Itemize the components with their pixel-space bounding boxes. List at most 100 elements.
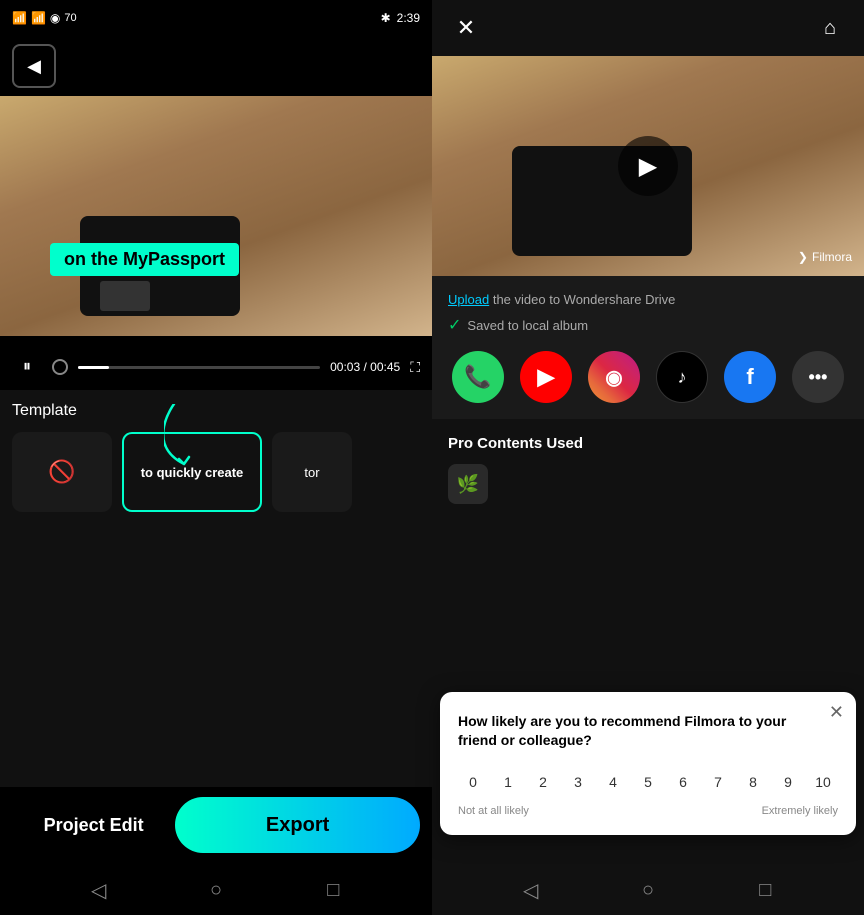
signal-icon-1: 📶	[12, 11, 27, 25]
survey-close-button[interactable]: ✕	[829, 702, 844, 723]
saved-text: ✓ Saved to local album	[448, 315, 848, 335]
timeline-progress	[78, 366, 109, 369]
survey-popup: ✕ How likely are you to recommend Filmor…	[440, 692, 856, 835]
fullscreen-button[interactable]: ⛶	[410, 359, 420, 376]
play-icon: ▶	[639, 152, 657, 181]
survey-number-9[interactable]: 9	[773, 767, 803, 797]
instagram-button[interactable]: ◉	[588, 351, 640, 403]
video-background: on the MyPassport	[0, 96, 432, 336]
wifi-icon: ◉	[50, 11, 60, 25]
template-items: 🚫 to quickly create tor	[12, 432, 420, 512]
pro-icon-row: 🌿	[448, 464, 848, 504]
recents-nav-right[interactable]: □	[745, 870, 785, 910]
home-nav-icon[interactable]: ○	[196, 870, 236, 910]
project-edit-label: Project Edit	[44, 815, 144, 836]
upload-rest: the video to Wondershare Drive	[493, 292, 676, 307]
tiktok-icon: ♪	[678, 367, 687, 388]
home-button-right[interactable]: ⌂	[812, 10, 848, 46]
pro-contents-section: Pro Contents Used 🌿	[432, 419, 864, 520]
saved-label: Saved to local album	[467, 318, 588, 333]
survey-number-4[interactable]: 4	[598, 767, 628, 797]
more-icon: •••	[809, 367, 828, 388]
close-button[interactable]: ✕	[448, 10, 484, 46]
share-section: Upload the video to Wondershare Drive ✓ …	[432, 276, 864, 419]
home-icon: ⌂	[824, 17, 836, 40]
whatsapp-icon: 📞	[464, 364, 491, 390]
signal-icon-2: 📶	[31, 11, 46, 25]
template-partial-label: tor	[304, 465, 319, 480]
survey-number-2[interactable]: 2	[528, 767, 558, 797]
survey-numbers-row: 0 1 2 3 4 5 6 7 8 9 10	[458, 767, 838, 797]
back-button[interactable]: ◀	[12, 44, 56, 88]
survey-number-5[interactable]: 5	[633, 767, 663, 797]
facebook-icon: f	[746, 364, 753, 390]
bottom-buttons: Project Edit Export	[0, 787, 432, 865]
left-panel: 📶 📶 ◉ 70 ✱ 2:39 ◀ on the MyPassport ⏸	[0, 0, 432, 915]
nav-bar-left: ◁ ○ □	[0, 865, 432, 915]
back-nav-right[interactable]: ◁	[511, 870, 551, 910]
close-icon: ✕	[457, 15, 475, 41]
survey-number-8[interactable]: 8	[738, 767, 768, 797]
upload-link[interactable]: Upload	[448, 292, 489, 307]
survey-label-right: Extremely likely	[762, 805, 838, 817]
clock: 2:39	[397, 11, 420, 25]
status-bar-right: ✱ 2:39	[381, 11, 420, 25]
back-nav-icon[interactable]: ◁	[79, 870, 119, 910]
survey-number-0[interactable]: 0	[458, 767, 488, 797]
status-bar-left: 📶 📶 ◉ 70	[12, 11, 77, 25]
pause-button[interactable]: ⏸	[12, 352, 42, 382]
survey-labels-row: Not at all likely Extremely likely	[458, 805, 838, 817]
project-edit-button[interactable]: Project Edit	[12, 797, 175, 853]
template-section: Template 🚫 to quickly create tor	[0, 390, 432, 787]
time-display: 00:03 / 00:45	[330, 360, 400, 374]
nav-bar-right: ◁ ○ □	[432, 865, 864, 915]
video-preview-left: on the MyPassport	[0, 96, 432, 336]
video-port	[100, 281, 150, 311]
right-top-bar: ✕ ⌂	[432, 0, 864, 56]
template-label: Template	[12, 402, 420, 420]
youtube-button[interactable]: ▶	[520, 351, 572, 403]
youtube-icon: ▶	[538, 364, 555, 390]
fullscreen-icon: ⛶	[410, 359, 420, 375]
play-overlay[interactable]: ▶	[618, 136, 678, 196]
filmora-label: Filmora	[812, 250, 852, 264]
right-panel: ✕ ⌂ ▶ ❯ Filmora Upload the video to Wond…	[432, 0, 864, 915]
timeline-bar[interactable]	[78, 366, 320, 369]
video-preview-right: ▶ ❯ Filmora	[432, 56, 864, 276]
total-time: 00:45	[370, 360, 400, 374]
filmora-watermark: ❯ Filmora	[798, 250, 852, 264]
instagram-icon: ◉	[605, 365, 622, 390]
survey-question: How likely are you to recommend Filmora …	[458, 712, 838, 751]
filmora-chevron: ❯	[798, 250, 808, 264]
export-button[interactable]: Export	[175, 797, 420, 853]
home-nav-right[interactable]: ○	[628, 870, 668, 910]
template-selected-label: to quickly create	[141, 465, 244, 480]
status-bar: 📶 📶 ◉ 70 ✱ 2:39	[0, 0, 432, 36]
tiktok-button[interactable]: ♪	[656, 351, 708, 403]
survey-number-10[interactable]: 10	[808, 767, 838, 797]
no-template-icon: 🚫	[48, 459, 75, 485]
survey-label-left: Not at all likely	[458, 805, 529, 817]
back-icon: ◀	[27, 56, 41, 77]
upload-text: Upload the video to Wondershare Drive	[448, 292, 848, 307]
template-item-none[interactable]: 🚫	[12, 432, 112, 512]
template-item-partial[interactable]: tor	[272, 432, 352, 512]
pro-icon-leaf: 🌿	[457, 474, 479, 495]
pro-icon-item: 🌿	[448, 464, 488, 504]
timeline-section: ⏸ 00:03 / 00:45 ⛶	[0, 336, 432, 390]
recents-nav-icon[interactable]: □	[313, 870, 353, 910]
survey-number-7[interactable]: 7	[703, 767, 733, 797]
video-caption: on the MyPassport	[50, 243, 239, 276]
template-item-selected[interactable]: to quickly create	[122, 432, 262, 512]
survey-number-1[interactable]: 1	[493, 767, 523, 797]
survey-number-6[interactable]: 6	[668, 767, 698, 797]
whatsapp-button[interactable]: 📞	[452, 351, 504, 403]
survey-number-3[interactable]: 3	[563, 767, 593, 797]
pause-icon: ⏸	[23, 358, 31, 376]
more-share-button[interactable]: •••	[792, 351, 844, 403]
pro-contents-title: Pro Contents Used	[448, 435, 848, 452]
facebook-button[interactable]: f	[724, 351, 776, 403]
timeline-handle[interactable]	[52, 359, 68, 375]
check-icon: ✓	[448, 315, 461, 335]
social-icons-row: 📞 ▶ ◉ ♪ f •••	[448, 351, 848, 403]
